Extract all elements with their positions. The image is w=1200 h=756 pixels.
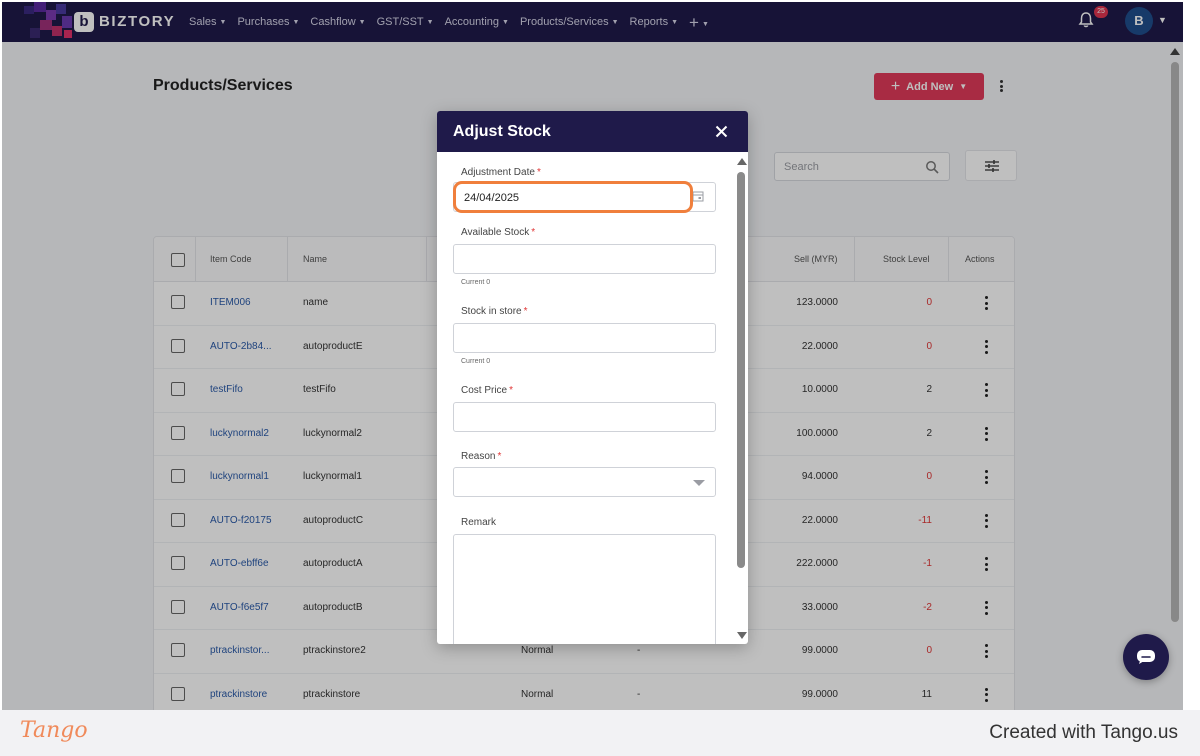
close-icon[interactable] [715,125,728,138]
tango-logo: Tango [20,718,88,743]
scroll-down-arrow-icon[interactable] [737,632,747,639]
modal-header: Adjust Stock [437,111,748,152]
scroll-up-arrow-icon[interactable] [737,158,747,165]
modal-scrollbar-thumb[interactable] [737,172,745,568]
reason-select[interactable] [453,467,716,497]
available-stock-helper: Current 0 [461,279,491,286]
stock-in-store-helper: Current 0 [461,358,491,365]
adjustment-date-label: Adjustment Date * [461,167,541,178]
calendar-icon[interactable] [692,190,704,202]
highlight-annotation [453,181,693,213]
stock-in-store-field[interactable] [453,323,716,353]
page-scrollbar-thumb[interactable] [1171,62,1179,622]
stock-in-store-label: Stock in store * [461,306,528,317]
cost-price-label: Cost Price * [461,385,514,396]
reason-label: Reason * [461,451,502,462]
tango-credit: Created with Tango.us [989,722,1178,743]
cost-price-field[interactable] [453,402,716,432]
tango-footer: Tango Created with Tango.us [0,710,1200,756]
modal-scrollbar[interactable] [734,156,748,644]
chat-icon [1137,650,1155,664]
dropdown-caret-icon [693,480,705,486]
modal-title: Adjust Stock [453,123,551,140]
remark-textarea[interactable] [453,534,716,644]
remark-label: Remark [461,517,497,528]
chat-button[interactable] [1123,634,1169,680]
adjust-stock-modal: Adjust Stock Adjustment Date * 24/04/2025… [437,111,748,644]
scroll-up-arrow-icon[interactable] [1170,48,1180,55]
available-stock-label: Available Stock * [461,227,536,238]
page-scrollbar[interactable] [1168,44,1182,708]
available-stock-field[interactable] [453,244,716,274]
